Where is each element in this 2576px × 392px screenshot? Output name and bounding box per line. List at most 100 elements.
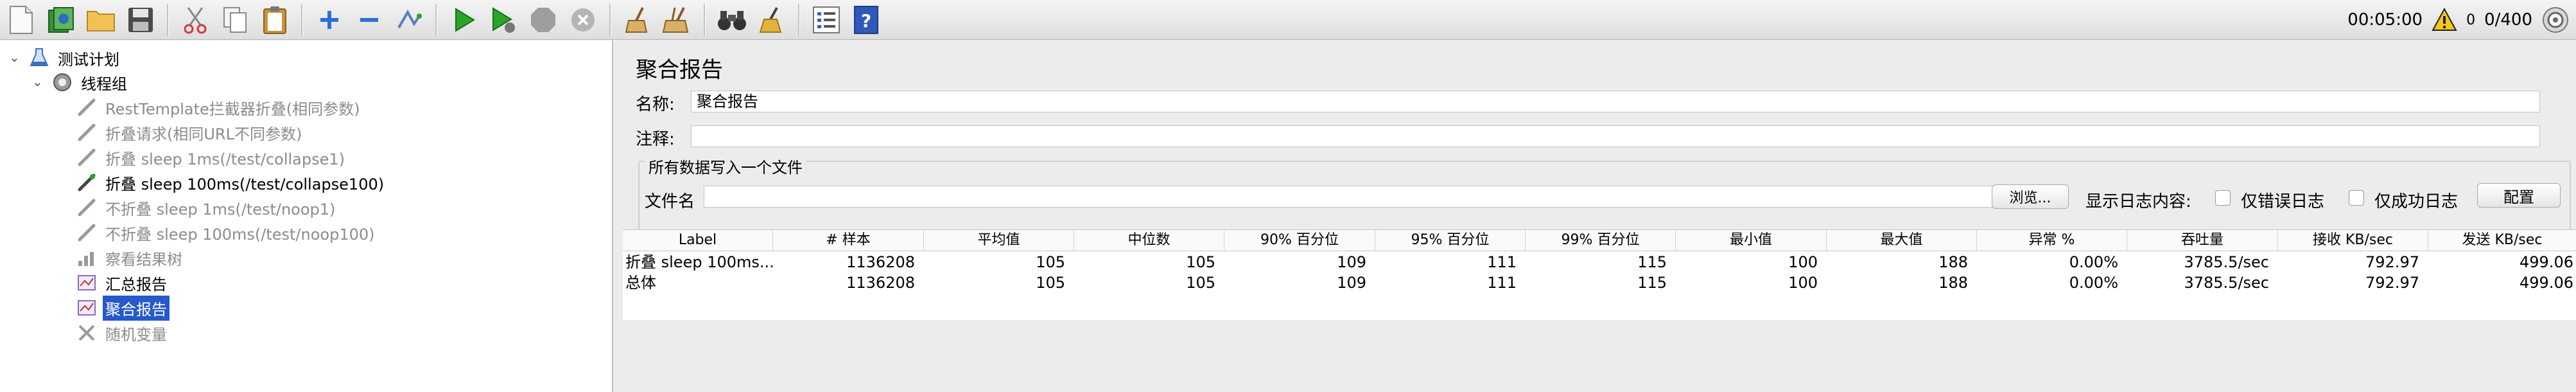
help-button[interactable]: ? <box>849 3 883 37</box>
shutdown-button[interactable] <box>566 3 600 37</box>
tree-node-sampler[interactable]: 折叠 sleep 1ms(/test/collapse1) <box>76 145 347 170</box>
scissors-icon <box>184 6 207 33</box>
play-icon <box>455 7 475 32</box>
column-header[interactable]: 接收 KB/sec <box>2278 230 2428 251</box>
table-cell: 100 <box>1788 274 1818 292</box>
browse-button[interactable]: 浏览... <box>1992 184 2069 209</box>
new-button[interactable] <box>4 3 39 37</box>
tree-node-thread-group[interactable]: 线程组 <box>51 70 130 94</box>
filename-field[interactable] <box>704 186 1998 208</box>
column-header[interactable]: 吞吐量 <box>2127 230 2278 251</box>
column-header[interactable]: 发送 KB/sec <box>2428 230 2576 251</box>
warning-count: 0 <box>2466 12 2476 28</box>
comment-field[interactable] <box>691 125 2540 147</box>
start-button[interactable] <box>446 3 481 37</box>
column-header[interactable]: 中位数 <box>1074 230 1224 251</box>
table-header: Label # 样本 平均值 中位数 90% 百分位 95% 百分位 99% 百… <box>623 230 2576 251</box>
column-header[interactable]: 99% 百分位 <box>1526 230 1676 251</box>
paste-button[interactable] <box>257 3 292 37</box>
warning-icon[interactable] <box>2432 7 2457 33</box>
chevron-down-icon[interactable]: ⌄ <box>9 49 20 65</box>
gear-icon[interactable] <box>2541 6 2570 34</box>
tree-node-sampler[interactable]: 折叠请求(相同URL不同参数) <box>76 120 304 145</box>
table-cell: 109 <box>1337 274 1366 292</box>
chevron-down-icon[interactable]: ⌄ <box>32 74 43 89</box>
sampler-icon <box>76 96 98 118</box>
errors-only-checkbox[interactable] <box>2215 190 2231 206</box>
aggregate-table: Label # 样本 平均值 中位数 90% 百分位 95% 百分位 99% 百… <box>623 229 2576 320</box>
search-button[interactable] <box>715 3 749 37</box>
tree-node-test-plan[interactable]: 测试计划 <box>28 46 122 70</box>
elapsed-timer: 00:05:00 <box>2347 10 2423 30</box>
name-field[interactable]: 聚合报告 <box>691 91 2540 112</box>
stop-button[interactable] <box>526 3 561 37</box>
table-cell: 109 <box>1337 253 1366 271</box>
write-to-file-legend: 所有数据写入一个文件 <box>645 155 806 177</box>
page-title: 聚合报告 <box>636 57 723 83</box>
help-icon: ? <box>854 5 878 34</box>
table-cell: 188 <box>1938 253 1968 271</box>
tree-node-label: 随机变量 <box>105 325 167 344</box>
start-no-pause-button[interactable] <box>486 3 521 37</box>
list-icon <box>813 6 840 33</box>
toolbar-separator <box>609 3 611 36</box>
toolbar-separator <box>301 3 303 36</box>
status-area: 00:05:00 0 0/400 <box>2347 0 2570 40</box>
clear-all-button[interactable] <box>660 3 695 37</box>
tree-node-sampler[interactable]: 折叠 sleep 100ms(/test/collapse100) <box>76 170 387 195</box>
configure-button[interactable]: 配置 <box>2477 183 2561 208</box>
filename-label: 文件名 <box>645 192 695 211</box>
column-header[interactable]: 95% 百分位 <box>1375 230 1526 251</box>
table-cell: 3785.5/sec <box>2184 253 2269 271</box>
open-button[interactable] <box>83 3 118 37</box>
table-cell: 792.97 <box>2365 274 2419 292</box>
templates-button[interactable] <box>44 3 78 37</box>
column-header[interactable]: 90% 百分位 <box>1224 230 1375 251</box>
tree-node-listener[interactable]: 察看结果树 <box>76 245 185 270</box>
tree-node-listener[interactable]: 聚合报告 <box>76 295 170 321</box>
copy-button[interactable] <box>218 3 252 37</box>
column-header[interactable]: # 样本 <box>773 230 924 251</box>
table-cell: 折叠 sleep 100ms... <box>625 253 773 271</box>
column-header[interactable]: 最大值 <box>1827 230 1977 251</box>
clear-button[interactable] <box>620 3 655 37</box>
reset-search-button[interactable] <box>754 3 789 37</box>
table-row[interactable]: 总体 1136208 105 105 109 111 115 100 188 0… <box>623 272 2576 293</box>
column-header[interactable]: 异常 % <box>1977 230 2127 251</box>
tree-node-listener[interactable]: 汇总报告 <box>76 271 170 295</box>
collapse-button[interactable] <box>352 3 387 37</box>
table-cell: 100 <box>1788 253 1818 271</box>
table-cell: 105 <box>1186 274 1215 292</box>
stop-icon <box>531 7 555 32</box>
toolbar-separator <box>704 3 706 36</box>
tree-node-sampler[interactable]: 不折叠 sleep 1ms(/test/noop1) <box>76 195 338 220</box>
sampler-icon <box>76 147 98 168</box>
tree-node-sampler[interactable]: 不折叠 sleep 100ms(/test/noop100) <box>76 220 378 245</box>
save-button[interactable] <box>123 3 158 37</box>
expand-button[interactable] <box>312 3 347 37</box>
table-row[interactable]: 折叠 sleep 100ms... 1136208 105 105 109 11… <box>623 252 2576 272</box>
tree-node-label: 折叠请求(相同URL不同参数) <box>105 125 302 143</box>
tree-node-config[interactable]: 随机变量 <box>76 321 170 345</box>
toggle-button[interactable] <box>392 3 426 37</box>
broom-all-icon <box>662 6 689 33</box>
sampler-icon <box>76 197 98 218</box>
tree-node-label: 线程组 <box>81 75 127 93</box>
name-label: 名称: <box>636 95 675 114</box>
column-header[interactable]: 最小值 <box>1676 230 1827 251</box>
clipboard-icon <box>263 6 286 34</box>
table-cell: 0.00% <box>2069 274 2118 292</box>
column-header[interactable]: 平均值 <box>924 230 1074 251</box>
function-helper-button[interactable] <box>809 3 844 37</box>
cut-button[interactable] <box>178 3 213 37</box>
table-cell: 188 <box>1938 274 1968 292</box>
active-threads: 0/400 <box>2484 10 2532 30</box>
main-toolbar: ? 00:05:00 0 0/400 <box>0 0 2576 40</box>
success-only-checkbox[interactable] <box>2349 190 2364 206</box>
binoculars-icon <box>718 10 746 30</box>
tree-node-sampler[interactable]: RestTemplate拦截器折叠(相同参数) <box>76 95 363 120</box>
table-cell: 1136208 <box>846 253 915 271</box>
tree-node-label: 聚合报告 <box>103 295 170 321</box>
tree-node-label: 折叠 sleep 1ms(/test/collapse1) <box>105 150 345 168</box>
column-header[interactable]: Label <box>623 230 773 251</box>
